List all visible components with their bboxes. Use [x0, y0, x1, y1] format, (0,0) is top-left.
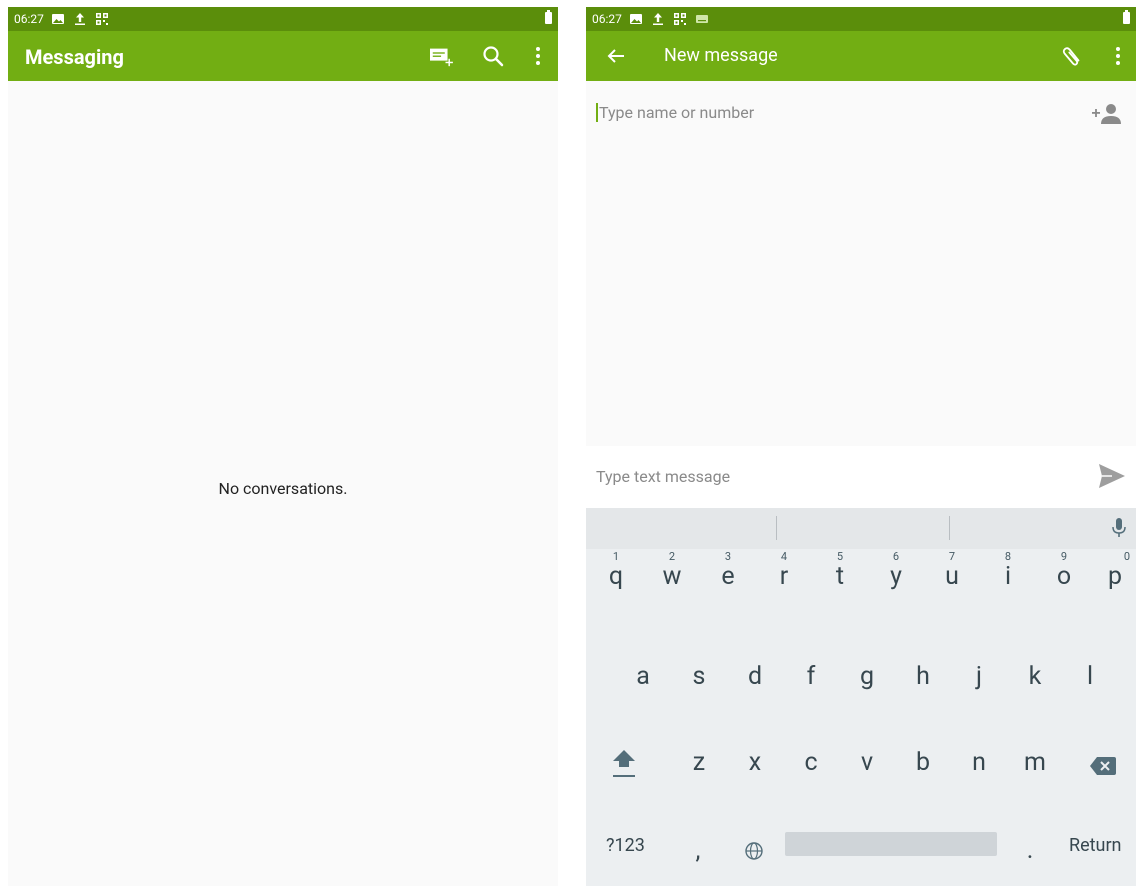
key-x[interactable]: x: [735, 748, 775, 777]
key-k[interactable]: k: [1015, 662, 1055, 691]
key-h[interactable]: h: [903, 662, 943, 691]
app-bar: New message: [586, 31, 1136, 81]
qr-code-notification-icon: [673, 13, 686, 25]
app-bar: Messaging: [8, 31, 558, 81]
symbols-key[interactable]: ?123: [606, 835, 645, 856]
shift-key-icon[interactable]: [604, 748, 644, 798]
message-input[interactable]: Type text message: [596, 467, 730, 486]
globe-icon[interactable]: [734, 838, 774, 867]
more-options-icon[interactable]: [526, 44, 550, 68]
key-g[interactable]: g: [847, 662, 887, 691]
key-e[interactable]: 3e: [708, 550, 748, 591]
suggestion-divider: [776, 516, 777, 540]
new-message-screen: 06:27 New message Type name or number Ty…: [586, 7, 1136, 886]
period-key[interactable]: .: [1010, 836, 1050, 865]
comma-key[interactable]: ,: [678, 836, 718, 865]
attach-icon[interactable]: [1060, 44, 1084, 68]
key-y[interactable]: 6y: [876, 550, 916, 591]
messaging-screen: 06:27 Messaging No conversations.: [8, 7, 558, 886]
qr-code-notification-icon: [95, 13, 108, 25]
key-a[interactable]: a: [623, 662, 663, 691]
add-contact-icon[interactable]: [1092, 103, 1122, 125]
status-bar: 06:27: [8, 7, 558, 31]
recipient-input[interactable]: Type name or number: [596, 103, 754, 122]
send-icon[interactable]: [1098, 462, 1126, 490]
key-o[interactable]: 9o: [1044, 550, 1084, 591]
new-message-icon[interactable]: [430, 44, 454, 68]
space-key[interactable]: [785, 832, 997, 856]
on-screen-keyboard: 1q 2w 3e 4r 5t 6y 7u 8i 9o 0p a s d f g …: [586, 508, 1136, 886]
key-j[interactable]: j: [959, 662, 999, 691]
key-p[interactable]: 0p: [1095, 550, 1135, 591]
image-notification-icon: [51, 13, 64, 25]
battery-icon: [545, 10, 552, 24]
key-u[interactable]: 7u: [932, 550, 972, 591]
battery-icon: [1123, 10, 1130, 24]
search-icon[interactable]: [481, 44, 505, 68]
status-time: 06:27: [14, 12, 44, 26]
status-bar: 06:27: [586, 7, 1136, 31]
page-title: New message: [664, 45, 778, 66]
status-time: 06:27: [592, 12, 622, 26]
message-compose-bar: Type text message: [586, 446, 1136, 508]
key-i[interactable]: 8i: [988, 550, 1028, 591]
suggestion-strip: [586, 508, 1136, 549]
key-q[interactable]: 1q: [596, 550, 636, 591]
key-s[interactable]: s: [679, 662, 719, 691]
key-w[interactable]: 2w: [652, 550, 692, 591]
key-z[interactable]: z: [679, 748, 719, 777]
key-r[interactable]: 4r: [764, 550, 804, 591]
image-notification-icon: [629, 13, 642, 25]
key-b[interactable]: b: [903, 748, 943, 777]
page-title: Messaging: [25, 45, 124, 69]
more-options-icon[interactable]: [1106, 44, 1130, 68]
key-l[interactable]: l: [1070, 662, 1110, 691]
suggestion-divider: [949, 516, 950, 540]
upload-notification-icon: [652, 13, 664, 25]
key-d[interactable]: d: [735, 662, 775, 691]
return-key[interactable]: Return: [1069, 835, 1122, 856]
key-c[interactable]: c: [791, 748, 831, 777]
key-t[interactable]: 5t: [820, 550, 860, 591]
recipient-placeholder: Type name or number: [599, 103, 755, 122]
keyboard-notification-icon: [695, 13, 708, 25]
key-m[interactable]: m: [1015, 748, 1055, 777]
back-arrow-icon[interactable]: [604, 44, 628, 68]
key-f[interactable]: f: [791, 662, 831, 691]
key-v[interactable]: v: [847, 748, 887, 777]
upload-notification-icon: [74, 13, 86, 25]
text-cursor: [596, 103, 598, 122]
backspace-key-icon[interactable]: [1083, 753, 1123, 782]
key-n[interactable]: n: [959, 748, 999, 777]
microphone-icon[interactable]: [1112, 518, 1126, 538]
empty-state-text: No conversations.: [218, 479, 348, 498]
